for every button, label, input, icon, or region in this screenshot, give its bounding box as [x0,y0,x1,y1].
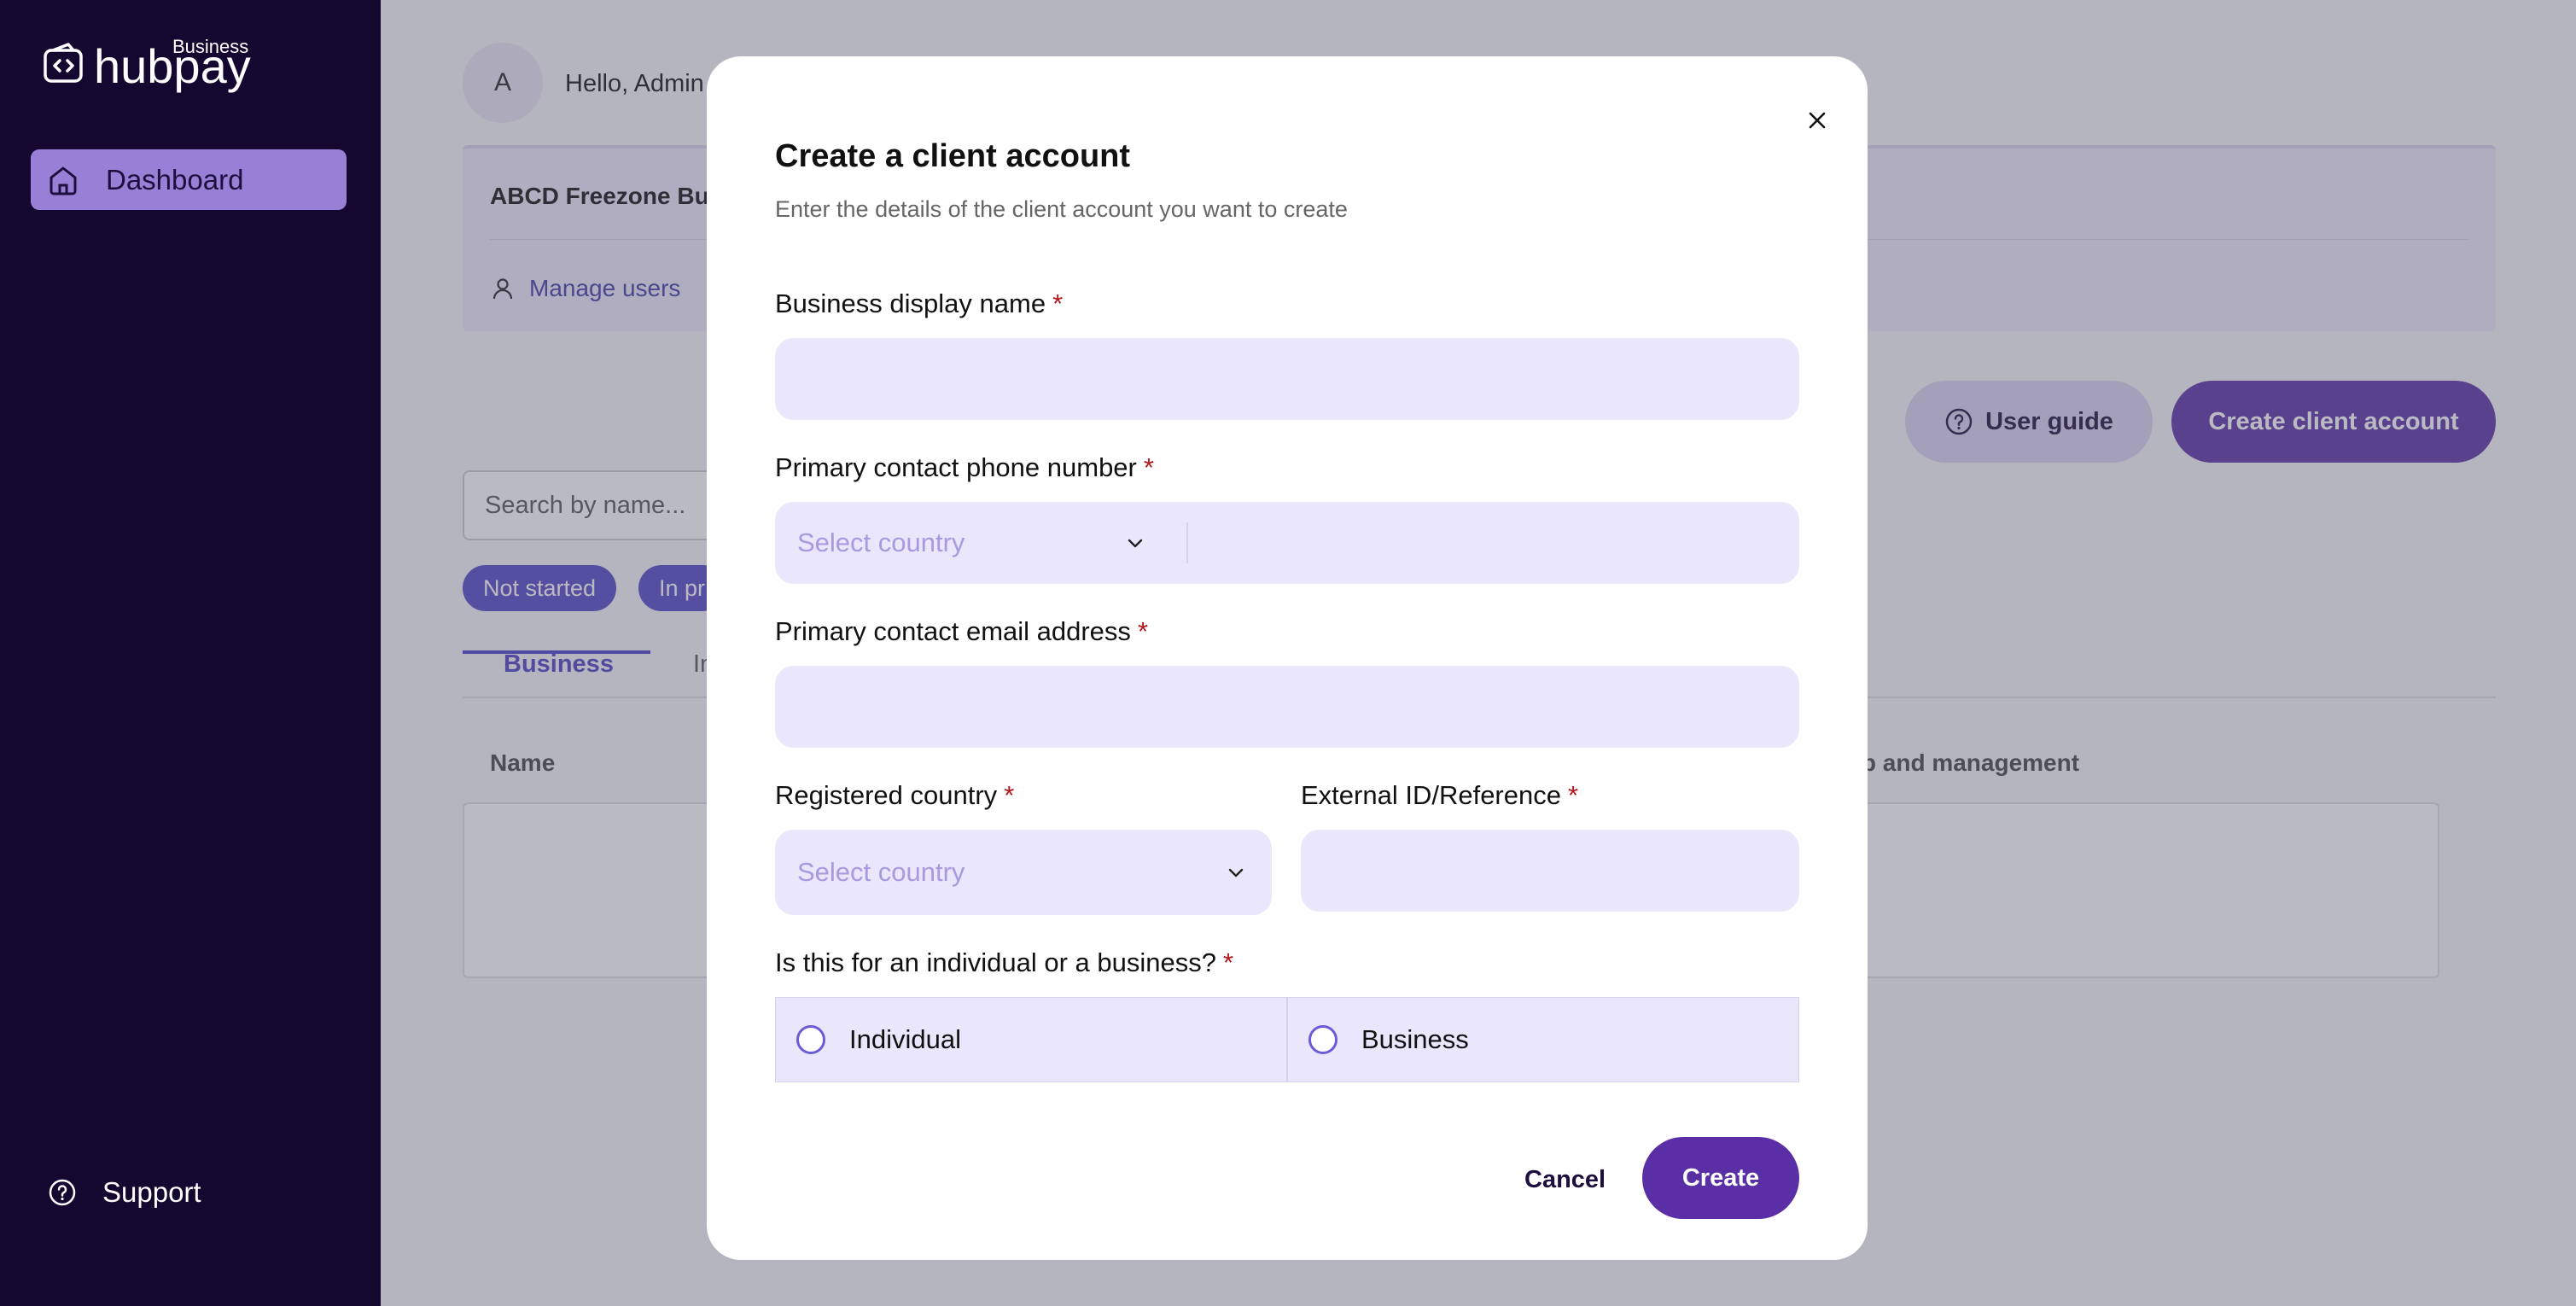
dialog-subtitle: Enter the details of the client account … [775,196,1348,222]
close-icon [1809,112,1826,129]
required-marker: * [1004,780,1015,810]
registered-country-label: Registered country * [775,780,1014,811]
help-circle-icon [49,1179,76,1206]
chevron-down-icon [1128,539,1143,548]
radio-circle[interactable] [1308,1025,1338,1054]
support-link[interactable]: Support [48,1176,201,1209]
label-text: Registered country [775,780,998,810]
phone-country-select[interactable]: Select country [775,502,1185,584]
phone-field: Select country [775,502,1799,584]
create-button[interactable]: Create [1642,1137,1799,1219]
create-client-account-dialog: Create a client account Enter the detail… [707,56,1868,1260]
radio-label: Business [1361,1024,1469,1054]
label-text: Primary contact phone number [775,452,1137,482]
registered-country-select[interactable]: Select country [775,830,1272,915]
sidebar-item-dashboard[interactable]: Dashboard [31,149,347,210]
required-marker: * [1567,780,1579,810]
sidebar-item-label: Dashboard [106,163,244,195]
business-display-name-label: Business display name * [775,289,1063,319]
email-label: Primary contact email address * [775,616,1148,647]
radio-business[interactable]: Business [1286,998,1798,1082]
business-display-name-input[interactable] [775,338,1799,420]
label-text: Is this for an individual or a business? [775,947,1216,977]
required-marker: * [1143,452,1154,482]
entity-type-label: Is this for an individual or a business?… [775,947,1233,978]
phone-country-placeholder: Select country [797,528,965,557]
radio-label: Individual [849,1024,961,1054]
required-marker: * [1222,947,1234,977]
brand-tag: Business [172,36,249,57]
required-marker: * [1137,616,1149,646]
phone-number-input[interactable] [1190,502,1799,584]
home-icon [50,166,77,195]
radio-circle[interactable] [796,1025,825,1054]
dialog-title: Create a client account [775,138,1131,174]
label-text: External ID/Reference [1301,780,1561,810]
radio-individual[interactable]: Individual [776,998,1286,1082]
label-text: Business display name [775,289,1046,318]
phone-label: Primary contact phone number * [775,452,1154,483]
close-button[interactable] [1796,99,1839,142]
chevron-down-icon [1228,868,1244,877]
email-field[interactable] [775,666,1799,748]
external-id-input[interactable] [1301,830,1799,912]
support-label: Support [102,1176,201,1208]
registered-country-placeholder: Select country [797,857,965,887]
wallet-code-icon [44,43,83,83]
entity-type-radio-group: Individual Business [775,997,1799,1082]
label-text: Primary contact email address [775,616,1131,646]
required-marker: * [1052,289,1064,318]
brand-logo[interactable]: hubpay Business [43,38,265,99]
external-id-label: External ID/Reference * [1301,780,1578,811]
sidebar: hubpay Business Dashboard Support [0,0,381,1306]
divider [1186,522,1188,563]
cancel-button[interactable]: Cancel [1524,1166,1606,1194]
